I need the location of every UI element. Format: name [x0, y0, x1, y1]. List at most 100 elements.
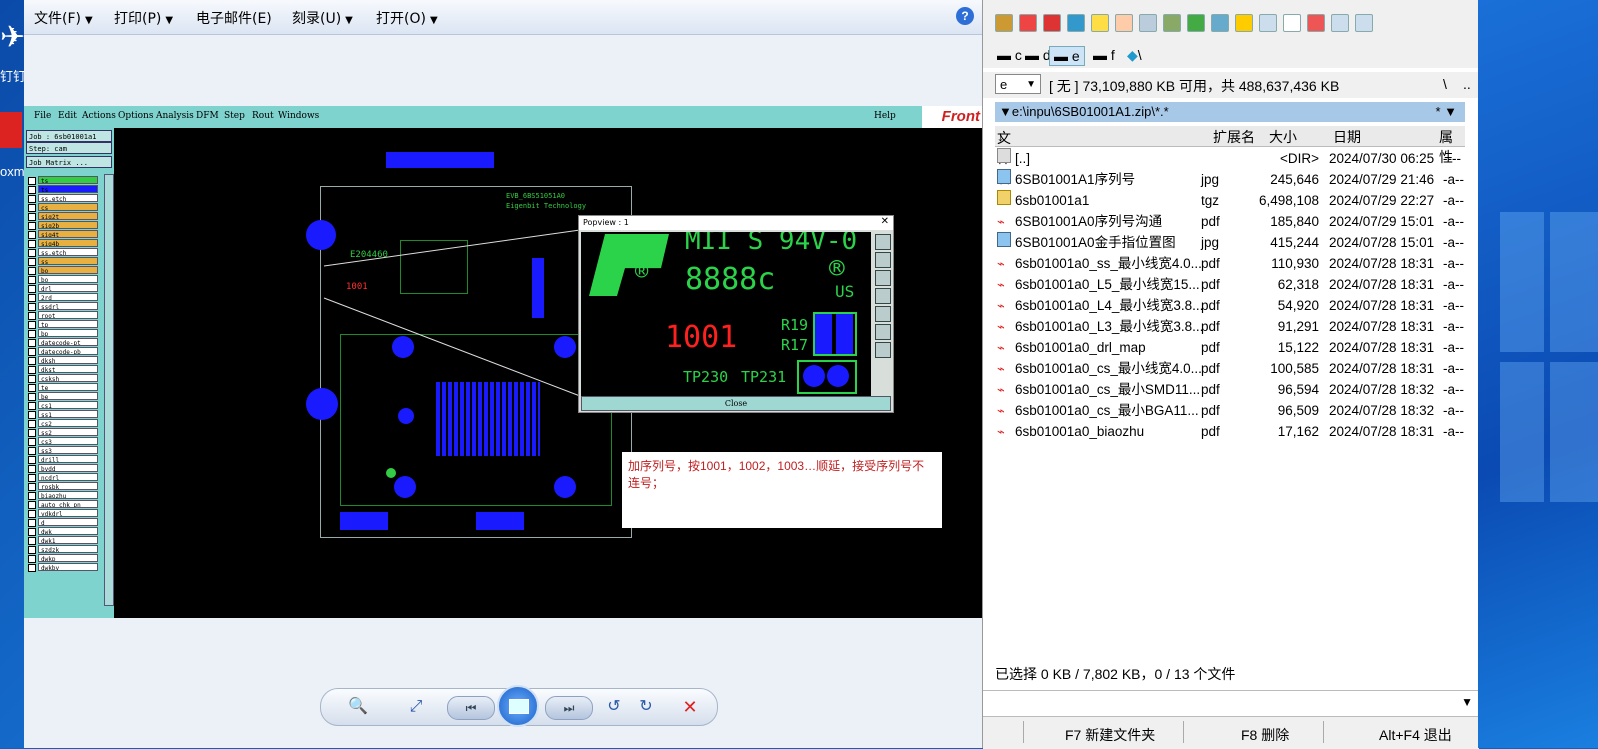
annotation-note: 加序列号，按1001，1002，1003…顺延，接受序列号不连号；	[622, 452, 942, 528]
current-path[interactable]: ▼e:\inpu\6SB01001A1.zip\*.* * ▼	[995, 102, 1465, 122]
file-row[interactable]: 6SB01001A0金手指位置图 jpg 415,244 2024/07/28 15:…	[995, 232, 1465, 253]
popview-tool-button[interactable]	[875, 252, 891, 268]
pdf-file-icon: ⌁	[997, 424, 1005, 439]
zoom-icon[interactable]: 🔍	[347, 698, 369, 716]
toolbar-tool-icon[interactable]	[1259, 14, 1277, 32]
popview-tp1: TP230	[683, 368, 729, 386]
file-row[interactable]: ⌁ 6sb01001a0_cs_最小BGA11... pdf 96,509 2024/0…	[995, 400, 1465, 421]
file-attr: -a--	[1443, 193, 1464, 208]
file-row[interactable]: [..] <DIR> 2024/07/30 06:25 ----	[995, 148, 1465, 169]
file-name: 6sb01001a0_cs_最小BGA11...	[1015, 403, 1199, 418]
file-row[interactable]: ⌁ 6sb01001a0_L3_最小线宽3.8... pdf 91,291 2024/0…	[995, 316, 1465, 337]
alt-f4-exit-button[interactable]: Alt+F4 退出	[1379, 725, 1452, 745]
column-ext[interactable]: 扩展名	[1213, 127, 1255, 147]
pdf-file-icon: ⌁	[997, 277, 1005, 292]
column-date[interactable]: 日期	[1333, 127, 1361, 147]
file-date: 2024/07/29 22:27	[1329, 193, 1435, 208]
toolbar-tool-icon[interactable]	[1331, 14, 1349, 32]
toolbar-tool-icon[interactable]	[1091, 14, 1109, 32]
popview-tool-button[interactable]	[875, 324, 891, 340]
next-button[interactable]: ⏭	[545, 696, 593, 720]
file-row[interactable]: ⌁ 6sb01001a0_biaozhu pdf 17,162 2024/07/28 1…	[995, 421, 1465, 442]
file-row[interactable]: 6sb01001a1 tgz 6,498,108 2024/07/29 22:27 -a…	[995, 190, 1465, 211]
warning-icon[interactable]	[1235, 14, 1253, 32]
popview-tool-button[interactable]	[875, 270, 891, 286]
file-row[interactable]: ⌁ 6sb01001a0_L4_最小线宽3.8... pdf 54,920 2024/0…	[995, 295, 1465, 316]
file-date: 2024/07/28 18:31	[1329, 340, 1435, 355]
close-icon[interactable]: ✕	[881, 216, 889, 227]
root-dir-button[interactable]: \	[1443, 76, 1447, 92]
file-name: 6SB01001A0序列号沟通	[1015, 214, 1163, 229]
toolbar-tool-icon[interactable]	[1067, 14, 1085, 32]
popview-canvas: MII S 94V-0 ® 8888c ® US 1001 R19 R17 TP…	[581, 232, 871, 396]
file-row[interactable]: 6SB01001A1序列号 jpg 245,646 2024/07/29 21:46-…	[995, 169, 1465, 190]
previous-button[interactable]: ⏮	[447, 696, 495, 720]
popview-tool-button[interactable]	[875, 234, 891, 250]
file-name: 6sb01001a0_cs_最小线宽4.0...	[1015, 361, 1202, 376]
file-size: 245,646	[1270, 172, 1319, 187]
file-row[interactable]: ⌁ 6sb01001a0_cs_最小SMD11... pdf 96,594 2024/0…	[995, 379, 1465, 400]
file-row[interactable]: ⌁ 6sb01001a0_cs_最小线宽4.0... pdf 100,585 2024/…	[995, 358, 1465, 379]
file-size: 96,509	[1277, 403, 1319, 418]
toolbar-tool-icon[interactable]	[1115, 14, 1133, 32]
popview-marking: MII S 94V-0	[685, 232, 858, 256]
divider	[1183, 721, 1184, 743]
file-row[interactable]: ⌁ 6sb01001a0_ss_最小线宽4.0... pdf 110,930 2024/…	[995, 253, 1465, 274]
menu-print[interactable]: 打印(P) ▼	[114, 8, 173, 28]
document-icon[interactable]	[1283, 14, 1301, 32]
file-ext: pdf	[1201, 319, 1220, 334]
toolbar-tool-icon[interactable]	[1211, 14, 1229, 32]
popview-tool-button[interactable]	[875, 342, 891, 358]
menu-file[interactable]: 文件(F) ▼	[34, 8, 93, 28]
toolbar-tool-icon[interactable]	[1019, 14, 1037, 32]
popview-close-button[interactable]: Close	[581, 396, 891, 411]
parent-dir-button[interactable]: ..	[1463, 76, 1471, 92]
file-name: 6sb01001a0_L5_最小线宽15...	[1015, 277, 1200, 292]
path-filter[interactable]: * ▼	[1435, 102, 1457, 122]
drive-e-button[interactable]: ▬ e	[1049, 46, 1085, 66]
help-icon[interactable]: ?	[956, 7, 974, 25]
slideshow-button[interactable]	[497, 685, 539, 727]
rotate-cw-icon[interactable]: ↻	[635, 698, 657, 716]
file-row[interactable]: ⌁ 6sb01001a0_L5_最小线宽15... pdf 62,318 2024/07…	[995, 274, 1465, 295]
excel-icon[interactable]	[1187, 14, 1205, 32]
file-row[interactable]: ⌁ 6SB01001A0序列号沟通 pdf 185,840 2024/07/29 15:…	[995, 211, 1465, 232]
command-line[interactable]: ▼	[983, 690, 1479, 715]
file-name: 6sb01001a0_cs_最小SMD11...	[1015, 382, 1201, 397]
network-drive-button[interactable]: ◆\	[1123, 46, 1146, 65]
file-list: [..] <DIR> 2024/07/30 06:25 ---- 6SB01001A1序…	[995, 148, 1465, 442]
file-attr: -a--	[1443, 277, 1464, 292]
toolbar-tool-icon[interactable]	[1355, 14, 1373, 32]
file-date: 2024/07/28 18:31	[1329, 256, 1435, 271]
pdf-icon[interactable]	[1043, 14, 1061, 32]
selection-status: 已选择 0 KB / 7,802 KB，0 / 13 个文件	[995, 666, 1236, 682]
toolbar-tool-icon[interactable]	[995, 14, 1013, 32]
dingtalk-icon[interactable]: ✈	[0, 20, 26, 55]
drive-f-button[interactable]: ▬ f	[1089, 46, 1119, 64]
pdf-icon[interactable]	[1307, 14, 1325, 32]
popview-toolbar	[873, 232, 891, 360]
registered-icon: ®	[635, 260, 649, 285]
file-name: 6sb01001a0_L3_最小线宽3.8...	[1015, 319, 1204, 334]
desktop-icon-label: oxm	[0, 164, 25, 179]
pdf-file-icon: ⌁	[997, 340, 1005, 355]
drive-select[interactable]: e ▼	[995, 74, 1041, 94]
popview-tool-button[interactable]	[875, 288, 891, 304]
f7-new-folder-button[interactable]: F7 新建文件夹	[1065, 725, 1155, 745]
menu-open[interactable]: 打开(O) ▼	[376, 8, 438, 28]
f8-delete-button[interactable]: F8 删除	[1241, 725, 1289, 745]
parent-folder-icon	[997, 148, 1011, 163]
menu-burn[interactable]: 刻录(U) ▼	[292, 8, 353, 28]
column-size[interactable]: 大小	[1269, 127, 1297, 147]
file-row[interactable]: ⌁ 6sb01001a0_drl_map pdf 15,122 2024/07/28 1…	[995, 337, 1465, 358]
toolbar-tool-icon[interactable]	[1163, 14, 1181, 32]
desktop-app-icon[interactable]	[0, 112, 22, 148]
popview-window[interactable]: Popview : 1 ✕ MII S 94V-0 ® 8888c ® US 1…	[578, 215, 894, 413]
toolbar-tool-icon[interactable]	[1139, 14, 1157, 32]
fit-window-icon[interactable]: ⤢	[405, 698, 427, 716]
chevron-down-icon: ▼	[1026, 79, 1036, 90]
menu-email[interactable]: 电子邮件(E)	[196, 8, 272, 28]
popview-tool-button[interactable]	[875, 306, 891, 322]
delete-icon[interactable]: ✕	[679, 698, 701, 716]
rotate-ccw-icon[interactable]: ↺	[603, 698, 625, 716]
